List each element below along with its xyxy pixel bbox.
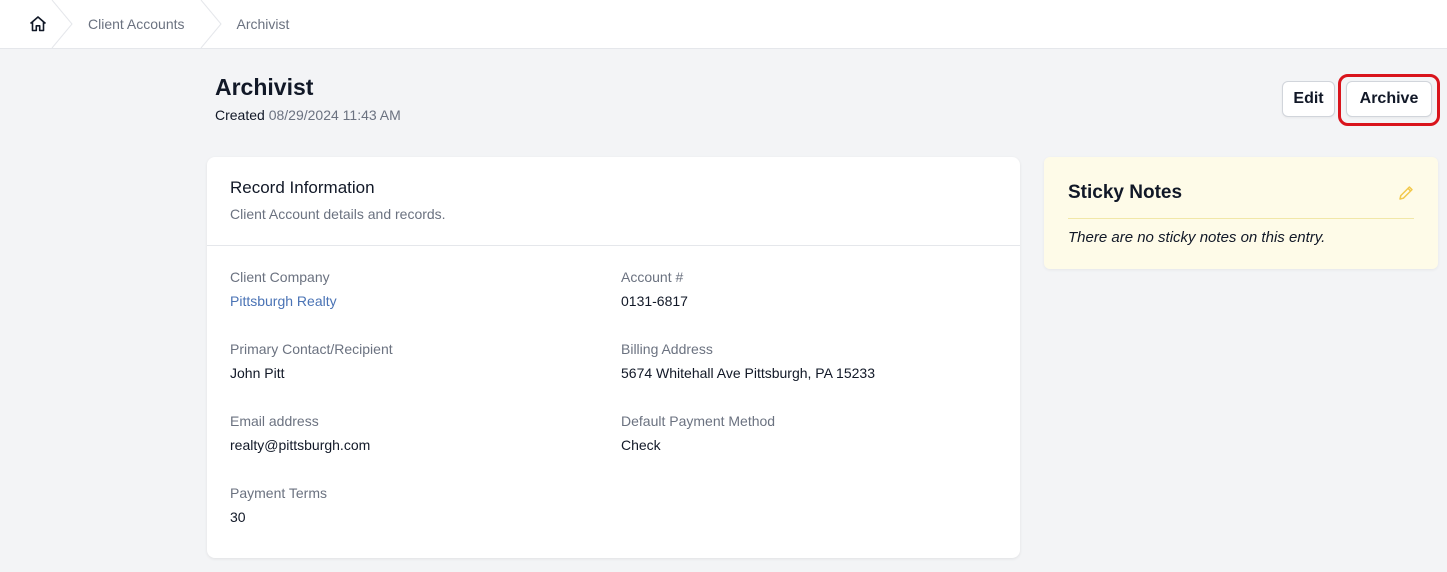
page-title: Archivist bbox=[215, 74, 314, 100]
sticky-notes-panel: Sticky Notes There are no sticky notes o… bbox=[1044, 157, 1438, 269]
field-default-payment-method: Default Payment Method Check bbox=[621, 411, 1001, 455]
breadcrumb-client-accounts[interactable]: Client Accounts bbox=[74, 0, 185, 48]
card-header: Record Information Client Account detail… bbox=[207, 157, 1020, 246]
breadcrumb-current: Archivist bbox=[236, 16, 290, 32]
home-link[interactable] bbox=[0, 0, 50, 48]
field-label: Payment Terms bbox=[230, 485, 327, 501]
card-title: Record Information bbox=[230, 178, 375, 197]
field-account-number: Account # 0131-6817 bbox=[621, 267, 1001, 311]
field-value: 30 bbox=[230, 509, 246, 525]
archive-button[interactable]: Archive bbox=[1346, 81, 1432, 117]
field-value: 5674 Whitehall Ave Pittsburgh, PA 15233 bbox=[621, 365, 875, 381]
field-label: Default Payment Method bbox=[621, 413, 776, 429]
created-label: Created bbox=[215, 107, 265, 123]
sticky-notes-empty-text: There are no sticky notes on this entry. bbox=[1068, 229, 1326, 246]
field-client-company: Client Company Pittsburgh Realty bbox=[230, 267, 621, 311]
field-value: realty@pittsburgh.com bbox=[230, 437, 371, 453]
field-value: 0131-6817 bbox=[621, 293, 688, 309]
field-label: Primary Contact/Recipient bbox=[230, 341, 393, 357]
field-value: Check bbox=[621, 437, 661, 453]
field-email-address: Email address realty@pittsburgh.com bbox=[230, 411, 621, 455]
divider bbox=[1068, 218, 1414, 219]
field-primary-contact: Primary Contact/Recipient John Pitt bbox=[230, 339, 621, 383]
field-value: John Pitt bbox=[230, 365, 285, 381]
edit-button[interactable]: Edit bbox=[1282, 81, 1335, 117]
field-label: Billing Address bbox=[621, 341, 713, 357]
created-info: Created 08/29/2024 11:43 AM bbox=[215, 107, 401, 123]
field-payment-terms: Payment Terms 30 bbox=[230, 483, 621, 527]
field-label: Client Company bbox=[230, 269, 330, 285]
record-information-card: Record Information Client Account detail… bbox=[207, 157, 1020, 558]
home-icon bbox=[29, 16, 47, 32]
card-subtitle: Client Account details and records. bbox=[230, 206, 446, 222]
field-label: Email address bbox=[230, 413, 319, 429]
chevron-separator-icon bbox=[200, 0, 222, 48]
sticky-notes-title: Sticky Notes bbox=[1068, 182, 1183, 203]
field-billing-address: Billing Address 5674 Whitehall Ave Pitts… bbox=[621, 339, 1001, 383]
chevron-separator-icon bbox=[51, 0, 73, 48]
field-label: Account # bbox=[621, 269, 684, 285]
client-company-link[interactable]: Pittsburgh Realty bbox=[230, 291, 621, 311]
created-value: 08/29/2024 11:43 AM bbox=[268, 107, 401, 123]
breadcrumb: Client Accounts Archivist bbox=[0, 0, 1447, 49]
record-fields: Client Company Pittsburgh Realty Account… bbox=[230, 267, 1010, 527]
pencil-icon[interactable] bbox=[1397, 184, 1415, 202]
